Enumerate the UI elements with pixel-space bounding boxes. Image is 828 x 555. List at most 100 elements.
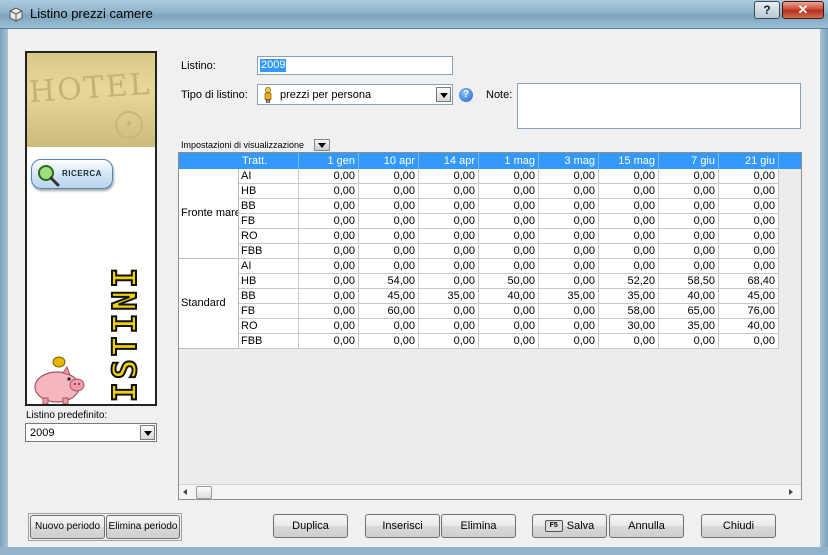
price-cell[interactable]: 0,00 <box>299 289 359 304</box>
price-cell[interactable]: 0,00 <box>599 259 659 274</box>
price-cell[interactable]: 0,00 <box>419 334 479 349</box>
price-cell[interactable]: 0,00 <box>659 199 719 214</box>
question-icon[interactable]: ? <box>459 88 473 102</box>
column-header-date[interactable]: 7 giu <box>659 153 719 169</box>
price-cell[interactable]: 0,00 <box>299 259 359 274</box>
tratt-cell[interactable]: FB <box>239 304 299 319</box>
price-cell[interactable]: 0,00 <box>479 229 539 244</box>
scroll-left-icon[interactable] <box>183 489 187 495</box>
nuovo-periodo-button[interactable]: Nuovo periodo <box>30 515 105 539</box>
price-cell[interactable]: 0,00 <box>599 214 659 229</box>
price-cell[interactable]: 45,00 <box>359 289 419 304</box>
price-cell[interactable]: 0,00 <box>599 199 659 214</box>
duplica-button[interactable]: Duplica <box>273 514 348 538</box>
price-cell[interactable]: 65,00 <box>659 304 719 319</box>
price-cell[interactable]: 40,00 <box>479 289 539 304</box>
listino-predefinito-dropdown-button[interactable] <box>140 425 155 440</box>
price-cell[interactable]: 0,00 <box>719 334 779 349</box>
price-cell[interactable]: 0,00 <box>659 214 719 229</box>
price-cell[interactable]: 0,00 <box>359 169 419 184</box>
price-cell[interactable]: 0,00 <box>659 169 719 184</box>
price-cell[interactable]: 0,00 <box>299 229 359 244</box>
price-cell[interactable]: 30,00 <box>599 319 659 334</box>
price-cell[interactable]: 0,00 <box>539 229 599 244</box>
price-cell[interactable]: 0,00 <box>359 214 419 229</box>
scroll-right-icon[interactable] <box>789 489 793 495</box>
help-button[interactable]: ? <box>754 1 780 19</box>
tratt-cell[interactable]: RO <box>239 319 299 334</box>
price-cell[interactable]: 0,00 <box>539 334 599 349</box>
price-cell[interactable]: 0,00 <box>539 304 599 319</box>
price-cell[interactable]: 0,00 <box>539 244 599 259</box>
price-cell[interactable]: 40,00 <box>659 289 719 304</box>
price-cell[interactable]: 50,00 <box>479 274 539 289</box>
price-cell[interactable]: 0,00 <box>359 244 419 259</box>
price-cell[interactable]: 0,00 <box>479 214 539 229</box>
tratt-cell[interactable]: AI <box>239 259 299 274</box>
column-header-date[interactable]: 10 apr <box>359 153 419 169</box>
chiudi-button[interactable]: Chiudi <box>701 514 776 538</box>
column-header-date[interactable]: 1 gen <box>299 153 359 169</box>
column-header-date[interactable]: 15 mag <box>599 153 659 169</box>
horizontal-scrollbar[interactable] <box>179 484 801 499</box>
price-cell[interactable]: 0,00 <box>599 184 659 199</box>
price-cell[interactable]: 0,00 <box>659 184 719 199</box>
price-cell[interactable]: 45,00 <box>719 289 779 304</box>
price-cell[interactable]: 0,00 <box>359 229 419 244</box>
price-cell[interactable]: 35,00 <box>599 289 659 304</box>
price-cell[interactable]: 0,00 <box>419 184 479 199</box>
tratt-cell[interactable]: FBB <box>239 334 299 349</box>
elimina-button[interactable]: Elimina <box>441 514 516 538</box>
column-header-tratt[interactable]: Tratt. <box>239 153 299 169</box>
tratt-cell[interactable]: HB <box>239 184 299 199</box>
price-cell[interactable]: 0,00 <box>539 274 599 289</box>
price-cell[interactable]: 0,00 <box>599 229 659 244</box>
inserisci-button[interactable]: Inserisci <box>365 514 440 538</box>
scroll-thumb[interactable] <box>196 486 212 499</box>
annulla-button[interactable]: Annulla <box>609 514 684 538</box>
price-cell[interactable]: 0,00 <box>359 259 419 274</box>
price-cell[interactable]: 0,00 <box>659 259 719 274</box>
price-cell[interactable]: 0,00 <box>719 169 779 184</box>
price-cell[interactable]: 0,00 <box>419 229 479 244</box>
tipo-listino-dropdown-button[interactable] <box>436 87 451 102</box>
price-cell[interactable]: 0,00 <box>419 214 479 229</box>
salva-button[interactable]: F5 Salva <box>532 514 607 538</box>
price-cell[interactable]: 0,00 <box>299 319 359 334</box>
price-cell[interactable]: 0,00 <box>659 229 719 244</box>
price-cell[interactable]: 0,00 <box>419 319 479 334</box>
price-cell[interactable]: 0,00 <box>359 199 419 214</box>
price-cell[interactable]: 0,00 <box>299 199 359 214</box>
price-cell[interactable]: 0,00 <box>479 304 539 319</box>
price-cell[interactable]: 0,00 <box>299 304 359 319</box>
column-header-date[interactable]: 21 giu <box>719 153 779 169</box>
price-cell[interactable]: 35,00 <box>419 289 479 304</box>
price-cell[interactable]: 0,00 <box>479 169 539 184</box>
price-cell[interactable]: 0,00 <box>299 184 359 199</box>
price-cell[interactable]: 0,00 <box>719 214 779 229</box>
price-cell[interactable]: 0,00 <box>539 319 599 334</box>
tipo-listino-select[interactable]: prezzi per persona <box>257 84 453 105</box>
price-cell[interactable]: 0,00 <box>299 334 359 349</box>
price-cell[interactable]: 0,00 <box>419 304 479 319</box>
ricerca-button[interactable]: RICERCA <box>31 159 113 189</box>
price-cell[interactable]: 0,00 <box>299 274 359 289</box>
price-cell[interactable]: 0,00 <box>299 169 359 184</box>
view-settings-dropdown-button[interactable] <box>314 139 330 151</box>
price-cell[interactable]: 0,00 <box>479 334 539 349</box>
price-cell[interactable]: 0,00 <box>539 184 599 199</box>
column-header-date[interactable]: 14 apr <box>419 153 479 169</box>
close-button[interactable]: ✕ <box>782 1 824 19</box>
price-cell[interactable]: 0,00 <box>539 259 599 274</box>
price-cell[interactable]: 0,00 <box>299 214 359 229</box>
price-cell[interactable]: 0,00 <box>299 244 359 259</box>
listino-predefinito-select[interactable]: 2009 <box>25 423 157 442</box>
price-cell[interactable]: 0,00 <box>359 334 419 349</box>
price-cell[interactable]: 0,00 <box>479 199 539 214</box>
price-cell[interactable]: 0,00 <box>719 184 779 199</box>
price-cell[interactable]: 54,00 <box>359 274 419 289</box>
price-cell[interactable]: 0,00 <box>599 244 659 259</box>
tratt-cell[interactable]: FB <box>239 214 299 229</box>
view-settings-label[interactable]: Impostazioni di visualizzazione <box>181 140 304 150</box>
column-header-date[interactable]: 3 mag <box>539 153 599 169</box>
